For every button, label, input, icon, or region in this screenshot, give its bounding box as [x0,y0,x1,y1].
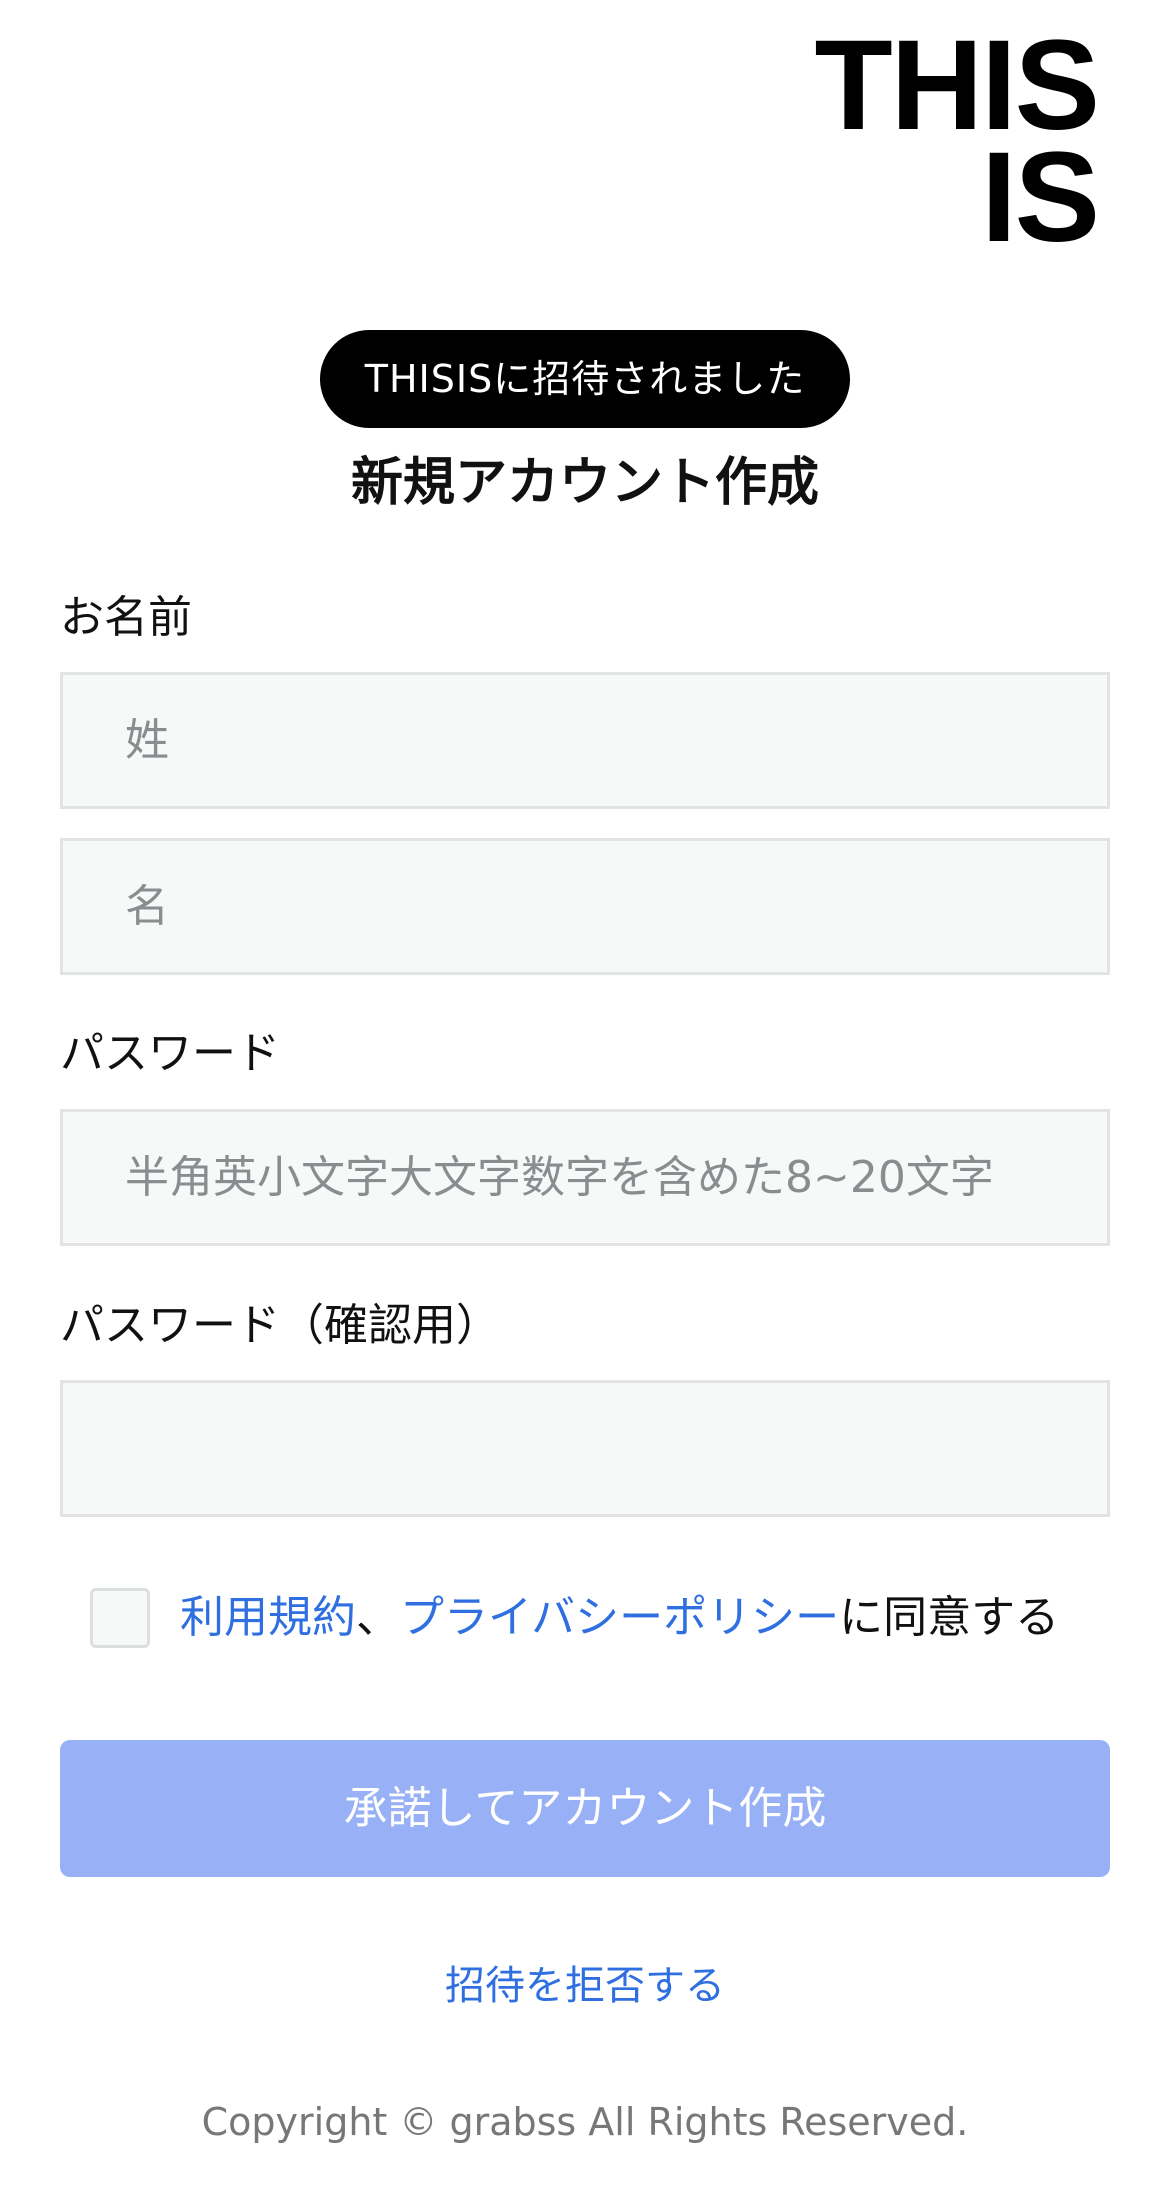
agreement-text: 利用規約、プライバシーポリシーに同意する [180,1588,1059,1648]
page-title: 新規アカウント作成 [350,453,819,513]
create-account-button[interactable]: 承諾してアカウント作成 [60,1740,1110,1877]
password-label: パスワード [60,1028,280,1079]
password-confirm-input[interactable] [60,1380,1110,1517]
agreement-row: 利用規約、プライバシーポリシーに同意する [90,1588,1059,1648]
agreement-suffix: に同意する [839,1592,1060,1643]
agreement-separator: 、 [356,1592,400,1643]
logo-line-2: IS [981,126,1100,269]
password-confirm-label: パスワード（確認用） [60,1300,500,1351]
password-input[interactable] [60,1109,1110,1246]
terms-link[interactable]: 利用規約 [180,1592,356,1643]
decline-invite-link[interactable]: 招待を拒否する [0,1956,1170,2016]
first-name-input[interactable] [60,838,1110,975]
signup-page: THIS IS THISISに招待されました 新規アカウント作成 お名前 パスワ… [0,0,1170,2210]
privacy-policy-link[interactable]: プライバシーポリシー [400,1592,839,1643]
copyright-text: Copyright © grabss All Rights Reserved. [201,2100,969,2144]
thisis-logo: THIS IS [798,22,1100,269]
last-name-input[interactable] [60,672,1110,809]
name-label: お名前 [60,592,192,643]
agree-checkbox[interactable] [90,1588,150,1648]
invite-badge: THISISに招待されました [320,330,850,428]
